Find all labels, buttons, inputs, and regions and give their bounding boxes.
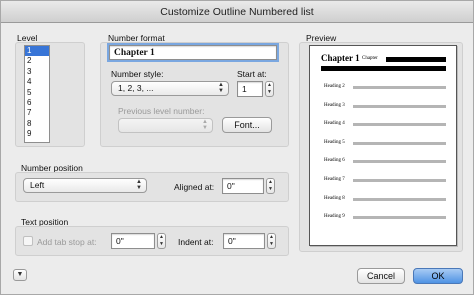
preview-heading-label: Heading 3 — [324, 102, 345, 108]
number-alignment-select[interactable]: Left ▲ ▼ — [23, 178, 147, 193]
start-at-stepper[interactable]: ▲ ▼ — [265, 81, 274, 97]
preview-chapter-line — [321, 66, 446, 71]
preview-heading-label: Heading 9 — [324, 214, 345, 220]
indent-at-label: Indent at: — [178, 237, 214, 247]
aligned-at-stepper[interactable]: ▲ ▼ — [266, 178, 275, 194]
previous-level-select[interactable]: ▲ ▼ — [118, 118, 213, 133]
preview-heading-label: Heading 2 — [324, 84, 345, 89]
preview-heading-label: Heading 7 — [324, 177, 345, 182]
window-title: Customize Outline Numbered list — [1, 1, 473, 23]
level-list-item[interactable]: 6 — [25, 98, 49, 108]
aligned-at-label: Aligned at: — [174, 182, 215, 192]
preview-heading-line — [353, 86, 446, 89]
preview-chapter-line — [386, 57, 446, 62]
level-list-item[interactable]: 9 — [25, 129, 49, 139]
tab-stop-stepper[interactable]: ▲ ▼ — [157, 233, 166, 249]
preview-heading-line — [353, 104, 446, 108]
indent-at-input[interactable]: 0" — [223, 233, 265, 249]
preview-heading-line — [353, 123, 446, 127]
level-list-item[interactable]: 4 — [25, 77, 49, 87]
cancel-button[interactable]: Cancel — [357, 268, 405, 284]
preview-chapter-title: Chapter 1 — [321, 53, 360, 63]
level-list-item[interactable]: 8 — [25, 119, 49, 129]
up-down-arrows-icon: ▲ ▼ — [202, 119, 208, 131]
start-at-input[interactable]: 1 — [237, 81, 263, 97]
level-list-item[interactable]: 7 — [25, 108, 49, 118]
add-tab-stop-label: Add tab stop at: — [37, 237, 97, 247]
ok-button[interactable]: OK — [413, 268, 463, 284]
number-format-input[interactable]: Chapter 1 — [107, 43, 279, 62]
number-alignment-value: Left — [30, 180, 45, 190]
chevron-down-icon[interactable]: ▼ — [13, 269, 27, 281]
level-list-item[interactable]: 1 — [25, 46, 49, 57]
preview-heading-line — [353, 160, 446, 164]
preview-heading-label: Heading 8 — [324, 195, 345, 201]
add-tab-stop-checkbox[interactable] — [23, 236, 33, 246]
aligned-at-input[interactable]: 0" — [222, 178, 264, 194]
number-style-label: Number style: — [111, 69, 164, 79]
tab-stop-input[interactable]: 0" — [111, 233, 155, 249]
dialog-window: Customize Outline Numbered list Level 12… — [0, 0, 474, 295]
level-list-item[interactable]: 5 — [25, 88, 49, 98]
preview-chapter-suffix: Chapter — [362, 56, 378, 61]
preview-heading-line — [353, 197, 446, 201]
preview-heading-line — [353, 141, 446, 145]
level-list[interactable]: 123456789 — [24, 45, 50, 143]
preview-heading-line — [353, 216, 446, 220]
font-button[interactable]: Font... — [222, 117, 272, 133]
preview-heading-label: Heading 6 — [324, 158, 345, 164]
previous-level-label: Previous level number: — [118, 106, 205, 116]
level-list-item[interactable]: 3 — [25, 67, 49, 77]
preview-heading-line — [353, 179, 446, 182]
up-down-arrows-icon: ▲ ▼ — [136, 179, 142, 191]
level-list-item[interactable]: 2 — [25, 56, 49, 66]
preview-heading-label: Heading 4 — [324, 121, 345, 127]
preview-heading-label: Heading 5 — [324, 139, 345, 145]
up-down-arrows-icon: ▲ ▼ — [218, 82, 224, 94]
preview-page: Chapter 1 Chapter Heading 2 Heading 3 Head… — [309, 45, 457, 246]
number-style-select[interactable]: 1, 2, 3, ... ▲ ▼ — [111, 81, 229, 96]
number-style-value: 1, 2, 3, ... — [118, 83, 154, 93]
indent-at-stepper[interactable]: ▲ ▼ — [267, 233, 276, 249]
start-at-label: Start at: — [237, 69, 267, 79]
